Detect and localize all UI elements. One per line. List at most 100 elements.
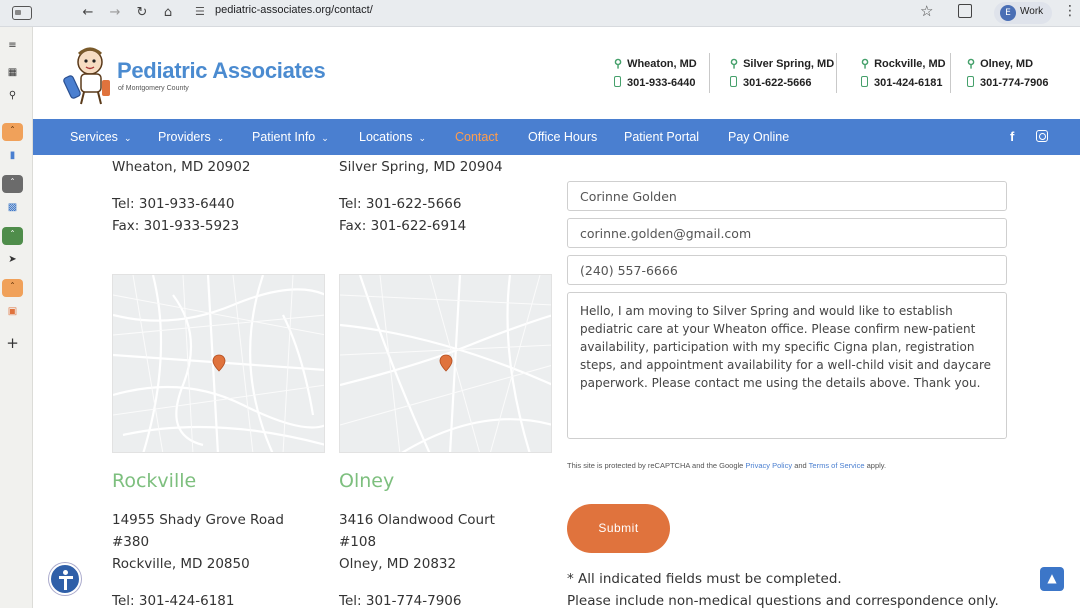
nav-label: Providers: [158, 130, 211, 144]
location-name: Silver Spring, MD: [743, 58, 835, 70]
reload-icon[interactable]: ↻: [132, 3, 152, 23]
chevron-down-icon: ⌄: [321, 133, 329, 143]
database-icon[interactable]: ▣: [2, 303, 23, 321]
message-textarea[interactable]: Hello, I am moving to Silver Spring and …: [567, 292, 1007, 439]
header-location-olney[interactable]: ⚲ Olney, MD 301-774-7906: [967, 57, 1049, 89]
location-phone[interactable]: 301-424-6181: [861, 76, 943, 89]
email-field[interactable]: corinne.golden@gmail.com: [567, 218, 1007, 248]
rockville-map[interactable]: [112, 274, 325, 453]
divider: [950, 53, 951, 93]
rockville-title: Rockville: [112, 470, 197, 492]
collapse-icon[interactable]: ˆ: [2, 227, 23, 245]
accessibility-icon: [63, 570, 68, 575]
chevron-down-icon: ⌄: [418, 133, 427, 143]
chevron-down-icon: ⌄: [216, 133, 225, 143]
wheaton-fax: Fax: 301-933-5923: [112, 218, 240, 234]
rockville-tel[interactable]: Tel: 301-424-6181: [112, 593, 234, 608]
add-icon[interactable]: +: [2, 334, 23, 352]
nav-contact[interactable]: Contact: [455, 130, 498, 144]
forward-icon[interactable]: →: [105, 3, 125, 23]
privacy-policy-link[interactable]: Privacy Policy: [745, 461, 792, 470]
search-icon[interactable]: ⚲: [2, 87, 23, 105]
location-phone[interactable]: 301-622-5666: [730, 76, 812, 89]
browser-menu-icon[interactable]: ⋮: [1063, 3, 1077, 19]
silver-spring-tel[interactable]: Tel: 301-622-5666: [339, 196, 461, 212]
chevron-down-icon: ⌄: [123, 133, 132, 143]
nav-office-hours[interactable]: Office Hours: [528, 130, 597, 144]
home-icon[interactable]: ⌂: [158, 3, 178, 23]
facebook-icon[interactable]: f: [1010, 129, 1014, 144]
submit-button[interactable]: Submit: [567, 504, 670, 553]
location-name: Rockville, MD: [874, 58, 946, 70]
nav-pay-online[interactable]: Pay Online: [728, 130, 789, 144]
main-nav: Services ⌄ Providers ⌄ Patient Info ⌄ Locat…: [33, 119, 1080, 155]
rockville-city-line: Rockville, MD 20850: [112, 556, 250, 572]
map-pin-icon: ⚲: [861, 58, 870, 70]
olney-tel[interactable]: Tel: 301-774-7906: [339, 593, 461, 608]
header-location-rockville[interactable]: ⚲ Rockville, MD 301-424-6181: [861, 57, 946, 89]
olney-city-line: Olney, MD 20832: [339, 556, 457, 572]
map-pin-icon: ⚲: [967, 58, 976, 70]
header-location-silver-spring[interactable]: ⚲ Silver Spring, MD 301-622-5666: [730, 57, 835, 89]
accessibility-button[interactable]: [49, 563, 81, 595]
silver-spring-city-line: Silver Spring, MD 20904: [339, 159, 503, 175]
phone-number: 301-424-6181: [874, 77, 943, 89]
name-field[interactable]: Corinne Golden: [567, 181, 1007, 211]
phone-icon: [614, 76, 621, 87]
nav-locations[interactable]: Locations ⌄: [359, 130, 426, 144]
wheaton-city-line: Wheaton, MD 20902: [112, 159, 251, 175]
logo-mascot-icon[interactable]: [57, 42, 119, 107]
phone-number: 301-933-6440: [627, 77, 696, 89]
rockville-suite: #380: [112, 534, 150, 550]
bookmark-star-icon[interactable]: ☆: [920, 2, 933, 20]
instagram-icon[interactable]: [1036, 130, 1048, 142]
collapse-icon[interactable]: ˆ: [2, 175, 23, 193]
accessibility-icon-part: [64, 579, 67, 590]
back-icon[interactable]: ←: [78, 3, 98, 23]
olney-street: 3416 Olandwood Court: [339, 512, 495, 528]
collapse-icon[interactable]: ˆ: [2, 279, 23, 297]
nav-services[interactable]: Services ⌄: [70, 130, 131, 144]
chevron-up-icon: ▲: [1047, 571, 1057, 585]
nav-label: Patient Info: [252, 130, 316, 144]
nav-label: Locations: [359, 130, 413, 144]
captcha-text: apply.: [864, 461, 887, 470]
cursor-icon[interactable]: ➤: [2, 251, 23, 269]
url-text[interactable]: pediatric-associates.org/contact/: [215, 4, 373, 16]
tab-overview-icon[interactable]: [12, 6, 32, 20]
site-info-icon[interactable]: ☰: [195, 5, 205, 18]
location-phone[interactable]: 301-933-6440: [614, 76, 696, 89]
location-name: Olney, MD: [980, 58, 1034, 70]
silver-spring-fax: Fax: 301-622-6914: [339, 218, 467, 234]
map-streets: [340, 275, 551, 452]
profile-button[interactable]: E Work: [994, 2, 1052, 24]
map-pin-icon: ⚲: [614, 58, 623, 70]
location-phone[interactable]: 301-774-7906: [967, 76, 1049, 89]
extensions-icon[interactable]: [958, 4, 972, 18]
header-location-wheaton[interactable]: ⚲ Wheaton, MD 301-933-6440: [614, 57, 697, 89]
nav-patient-info[interactable]: Patient Info ⌄: [252, 130, 329, 144]
divider: [709, 53, 710, 93]
bookmark-icon[interactable]: ▮: [2, 147, 23, 165]
rockville-street: 14955 Shady Grove Road: [112, 512, 284, 528]
non-medical-note: Please include non-medical questions and…: [567, 593, 999, 608]
terms-of-service-link[interactable]: Terms of Service: [809, 461, 865, 470]
phone-number: 301-774-7906: [980, 77, 1049, 89]
wheaton-tel[interactable]: Tel: 301-933-6440: [112, 196, 234, 212]
logo-subtitle: of Montgomery County: [118, 85, 189, 92]
nav-providers[interactable]: Providers ⌄: [158, 130, 224, 144]
site-header: Pediatric Associates of Montgomery Count…: [33, 27, 1080, 119]
scroll-to-top-button[interactable]: ▲: [1040, 567, 1064, 591]
logo-title[interactable]: Pediatric Associates: [117, 58, 326, 84]
grid-icon[interactable]: ▦: [2, 64, 23, 82]
required-fields-note: * All indicated fields must be completed…: [567, 571, 842, 587]
app-icon[interactable]: ▩: [2, 199, 23, 217]
collapse-icon[interactable]: ˆ: [2, 123, 23, 141]
phone-field[interactable]: (240) 557-6666: [567, 255, 1007, 285]
nav-patient-portal[interactable]: Patient Portal: [624, 130, 699, 144]
olney-title: Olney: [339, 470, 395, 492]
phone-icon: [967, 76, 974, 87]
olney-map[interactable]: [339, 274, 552, 453]
recaptcha-notice: This site is protected by reCAPTCHA and …: [567, 461, 886, 470]
sidebar-toggle-icon[interactable]: ≡: [2, 37, 23, 55]
